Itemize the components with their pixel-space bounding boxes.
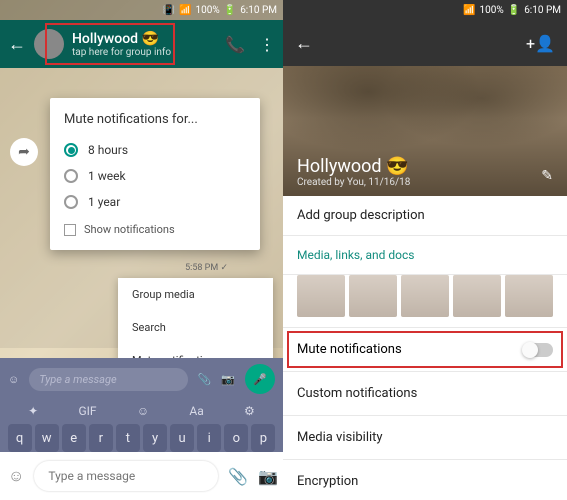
key-t[interactable]: t [116,424,140,452]
more-icon[interactable]: ⋮ [259,35,275,54]
media-thumb[interactable] [401,275,449,317]
mute-dialog: Mute notifications for... 8 hours 1 week… [50,98,260,250]
mute-notifications-row[interactable]: Mute notifications [283,328,567,372]
group-name: Hollywood 😎 [297,156,553,177]
signal-icon: 📶 [179,5,191,16]
group-created: Created by You, 11/16/18 [297,177,553,188]
media-section-label[interactable]: Media, links, and docs [283,236,567,275]
group-info-header: ← +👤 [283,20,567,66]
add-member-icon[interactable]: +👤 [526,34,555,53]
encryption-row[interactable]: Encryption [283,460,567,500]
media-thumb[interactable] [453,275,501,317]
back-icon[interactable]: ← [8,34,26,55]
key-p[interactable]: p [251,424,275,452]
menu-search[interactable]: Search [118,311,273,344]
battery-icon: 🔋 [224,5,236,16]
camera-icon[interactable]: 📷 [221,373,235,386]
add-description[interactable]: Add group description [283,196,567,236]
media-thumbnails[interactable] [283,275,567,328]
attach-icon[interactable]: 📎 [228,467,248,486]
show-notifications-checkbox[interactable]: Show notifications [64,215,246,236]
radio-1week[interactable]: 1 week [64,163,246,189]
key-q[interactable]: q [8,424,32,452]
camera-icon[interactable]: 📷 [258,467,278,486]
highlight-box [45,23,175,65]
kb-tab-sticker[interactable]: ☺ [137,404,149,418]
message-timestamp: 5:58 PM ✓ [185,263,228,273]
emoji-picker-icon[interactable]: ☺ [8,373,19,386]
key-o[interactable]: o [224,424,248,452]
call-icon[interactable]: 📞 [225,35,245,54]
forward-button[interactable]: ➦ [10,138,38,166]
key-u[interactable]: u [170,424,194,452]
media-thumb[interactable] [505,275,553,317]
keyboard[interactable]: ☺ Type a message 📎 📷 🎤 ✦ GIF ☺ Aa ⚙ q w … [0,358,283,452]
attach-icon[interactable]: 📎 [198,373,212,386]
radio-8hours[interactable]: 8 hours [64,137,246,163]
key-y[interactable]: y [143,424,167,452]
back-icon[interactable]: ← [295,33,313,54]
signal-icon: 📶 [463,5,475,16]
group-cover: Hollywood 😎 Created by You, 11/16/18 ✎ [283,66,567,196]
status-bar: 📳 📶 100% 🔋 6:10 PM [0,0,283,20]
media-thumb[interactable] [349,275,397,317]
vibrate-icon: 📳 [163,5,175,16]
dialog-title: Mute notifications for... [64,112,246,127]
key-e[interactable]: e [62,424,86,452]
kb-settings-icon[interactable]: ⚙ [244,404,255,418]
kb-tab-emoji[interactable]: ✦ [28,404,38,418]
key-r[interactable]: r [89,424,113,452]
custom-notifications-row[interactable]: Custom notifications [283,372,567,416]
message-input[interactable] [34,461,218,491]
chat-body: ➦ Mute notifications for... 8 hours 1 we… [0,68,283,348]
kb-tab-gif[interactable]: GIF [78,404,96,418]
chat-header[interactable]: ← Hollywood 😎 tap here for group info 📞 … [0,20,283,68]
mic-button[interactable]: 🎤 [245,364,275,394]
battery-text: 100% [480,5,504,16]
menu-group-media[interactable]: Group media [118,278,273,311]
clock: 6:10 PM [524,5,561,16]
kb-input-preview: Type a message [29,368,187,391]
battery-text: 100% [196,5,220,16]
key-i[interactable]: i [197,424,221,452]
media-thumb[interactable] [297,275,345,317]
key-w[interactable]: w [35,424,59,452]
media-visibility-row[interactable]: Media visibility [283,416,567,460]
status-bar: 📶 100% 🔋 6:10 PM [283,0,567,20]
mute-toggle[interactable] [523,343,553,357]
clock: 6:10 PM [240,5,277,16]
kb-tab-text[interactable]: Aa [189,404,203,418]
battery-icon: 🔋 [508,5,520,16]
radio-1year[interactable]: 1 year [64,189,246,215]
message-composer: ☺ 📎 📷 🎤 [0,452,283,500]
emoji-icon[interactable]: ☺ [8,466,24,486]
